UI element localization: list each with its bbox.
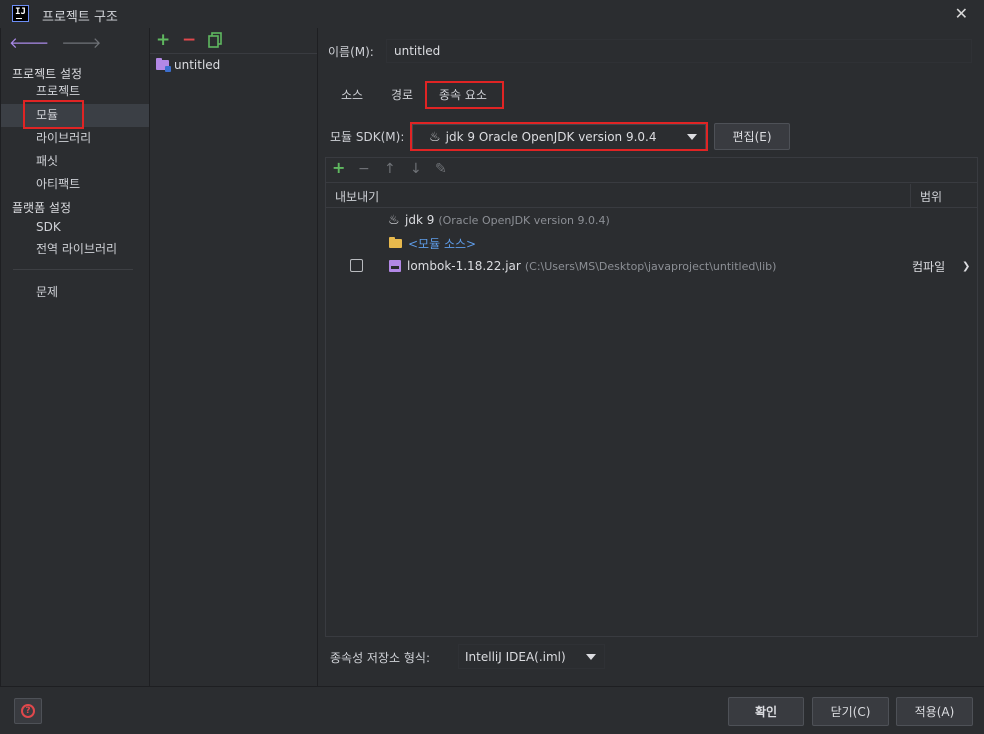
module-list-panel: + − untitled: [150, 28, 317, 686]
sidebar: 🡐 🡒 프로젝트 설정 프로젝트 모듈 라이브러리 패싯 아티팩트 플랫폼 설정…: [1, 28, 149, 686]
copy-icon[interactable]: [208, 32, 222, 53]
storage-format-label: 종속성 저장소 형식:: [330, 651, 430, 665]
title-bar: IJ 프로젝트 구조 ✕: [0, 0, 984, 28]
sidebar-item-artifacts[interactable]: 아티팩트: [1, 173, 149, 196]
sidebar-item-modules[interactable]: 모듈: [1, 104, 149, 127]
module-sdk-dropdown[interactable]: ♨ jdk 9 Oracle OpenJDK version 9.0.4: [412, 124, 706, 150]
dependency-name: jdk 9: [405, 213, 435, 227]
module-sdk-label: 모듈 SDK(M):: [330, 130, 405, 144]
tab-paths[interactable]: 경로: [391, 86, 413, 103]
add-dependency-icon[interactable]: +: [332, 159, 345, 176]
sidebar-item-problems[interactable]: 문제: [1, 281, 149, 304]
section-platform-settings: 플랫폼 설정: [12, 201, 72, 215]
scope-column-header: 범위: [920, 190, 943, 204]
scope-dropdown[interactable]: 컴파일: [912, 258, 945, 275]
dependency-name: <모듈 소스>: [408, 236, 477, 251]
module-sdk-value: jdk 9 Oracle OpenJDK version 9.0.4: [445, 130, 657, 144]
storage-format-value: IntelliJ IDEA(.iml): [465, 649, 566, 664]
close-button[interactable]: 닫기(C): [812, 697, 889, 726]
module-toolbar: + −: [150, 28, 317, 54]
dependency-detail: (C:\Users\MS\Desktop\javaproject\untitle…: [524, 259, 777, 273]
dependencies-table: + − ↑ ↓ ✎ 내보내기 범위 ♨ jdk 9 (Oracle OpenJD…: [325, 157, 978, 637]
column-separator: [910, 184, 911, 208]
dependencies-header: 내보내기 범위: [326, 184, 977, 208]
module-folder-icon: [156, 58, 171, 72]
dependency-row-lombok[interactable]: lombok-1.18.22.jar (C:\Users\MS\Desktop\…: [326, 255, 977, 277]
sidebar-divider: [13, 269, 133, 270]
apply-button[interactable]: 적용(A): [896, 697, 973, 726]
storage-format-row: 종속성 저장소 형식: IntelliJ IDEA(.iml): [330, 644, 605, 669]
tab-sources[interactable]: 소스: [341, 86, 363, 103]
name-label: 이름(M):: [328, 45, 374, 59]
module-settings-panel: 이름(M): untitled 소스 경로 종속 요소 모듈 SDK(M): ♨…: [318, 28, 984, 686]
sidebar-item-global-libraries[interactable]: 전역 라이브러리: [1, 238, 149, 261]
name-row: 이름(M): untitled: [328, 39, 972, 63]
sidebar-item-sdk[interactable]: SDK: [1, 216, 149, 239]
sidebar-item-libraries[interactable]: 라이브러리: [1, 127, 149, 150]
dependency-detail: (Oracle OpenJDK version 9.0.4): [438, 213, 610, 227]
remove-dependency-icon[interactable]: −: [358, 161, 370, 178]
intellij-logo-icon: IJ: [12, 5, 29, 22]
move-up-icon[interactable]: ↑: [384, 161, 396, 178]
dependency-row-module-source[interactable]: <모듈 소스>: [326, 232, 977, 254]
dropdown-arrow-icon: [586, 654, 596, 660]
chevron-down-icon[interactable]: ❯: [962, 261, 970, 272]
module-name: untitled: [174, 58, 221, 72]
edit-button[interactable]: 편집(E): [714, 123, 790, 150]
export-column-header: 내보내기: [335, 190, 380, 204]
java-cup-icon: ♨: [388, 212, 400, 228]
dropdown-arrow-icon: [687, 134, 697, 140]
help-icon: ?: [21, 704, 35, 718]
move-down-icon[interactable]: ↓: [410, 161, 422, 178]
footer: ? 확인 닫기(C) 적용(A): [0, 686, 984, 734]
edit-dependency-icon[interactable]: ✎: [435, 161, 447, 178]
folder-icon: [389, 237, 402, 248]
module-item[interactable]: untitled: [156, 58, 220, 72]
dependency-row-jdk[interactable]: ♨ jdk 9 (Oracle OpenJDK version 9.0.4): [326, 209, 977, 231]
window-title: 프로젝트 구조: [42, 10, 118, 25]
help-button[interactable]: ?: [14, 698, 42, 724]
nav-arrows: 🡐 🡒: [9, 34, 101, 52]
jar-icon: [389, 260, 401, 272]
back-arrow-icon[interactable]: 🡐: [9, 34, 49, 52]
storage-format-dropdown[interactable]: IntelliJ IDEA(.iml): [458, 644, 605, 669]
dependency-name: lombok-1.18.22.jar: [407, 259, 521, 273]
export-checkbox[interactable]: [350, 259, 363, 272]
sidebar-item-facets[interactable]: 패싯: [1, 150, 149, 173]
tab-dependencies[interactable]: 종속 요소: [439, 86, 487, 103]
remove-icon[interactable]: −: [182, 30, 196, 50]
ok-button[interactable]: 확인: [728, 697, 804, 726]
add-icon[interactable]: +: [156, 30, 170, 50]
forward-arrow-icon[interactable]: 🡒: [61, 34, 101, 52]
java-cup-icon: ♨: [429, 129, 441, 145]
close-icon[interactable]: ✕: [955, 4, 968, 23]
sidebar-item-project[interactable]: 프로젝트: [1, 80, 149, 103]
dependencies-toolbar: + − ↑ ↓ ✎: [326, 158, 977, 183]
module-name-input[interactable]: untitled: [386, 39, 972, 63]
